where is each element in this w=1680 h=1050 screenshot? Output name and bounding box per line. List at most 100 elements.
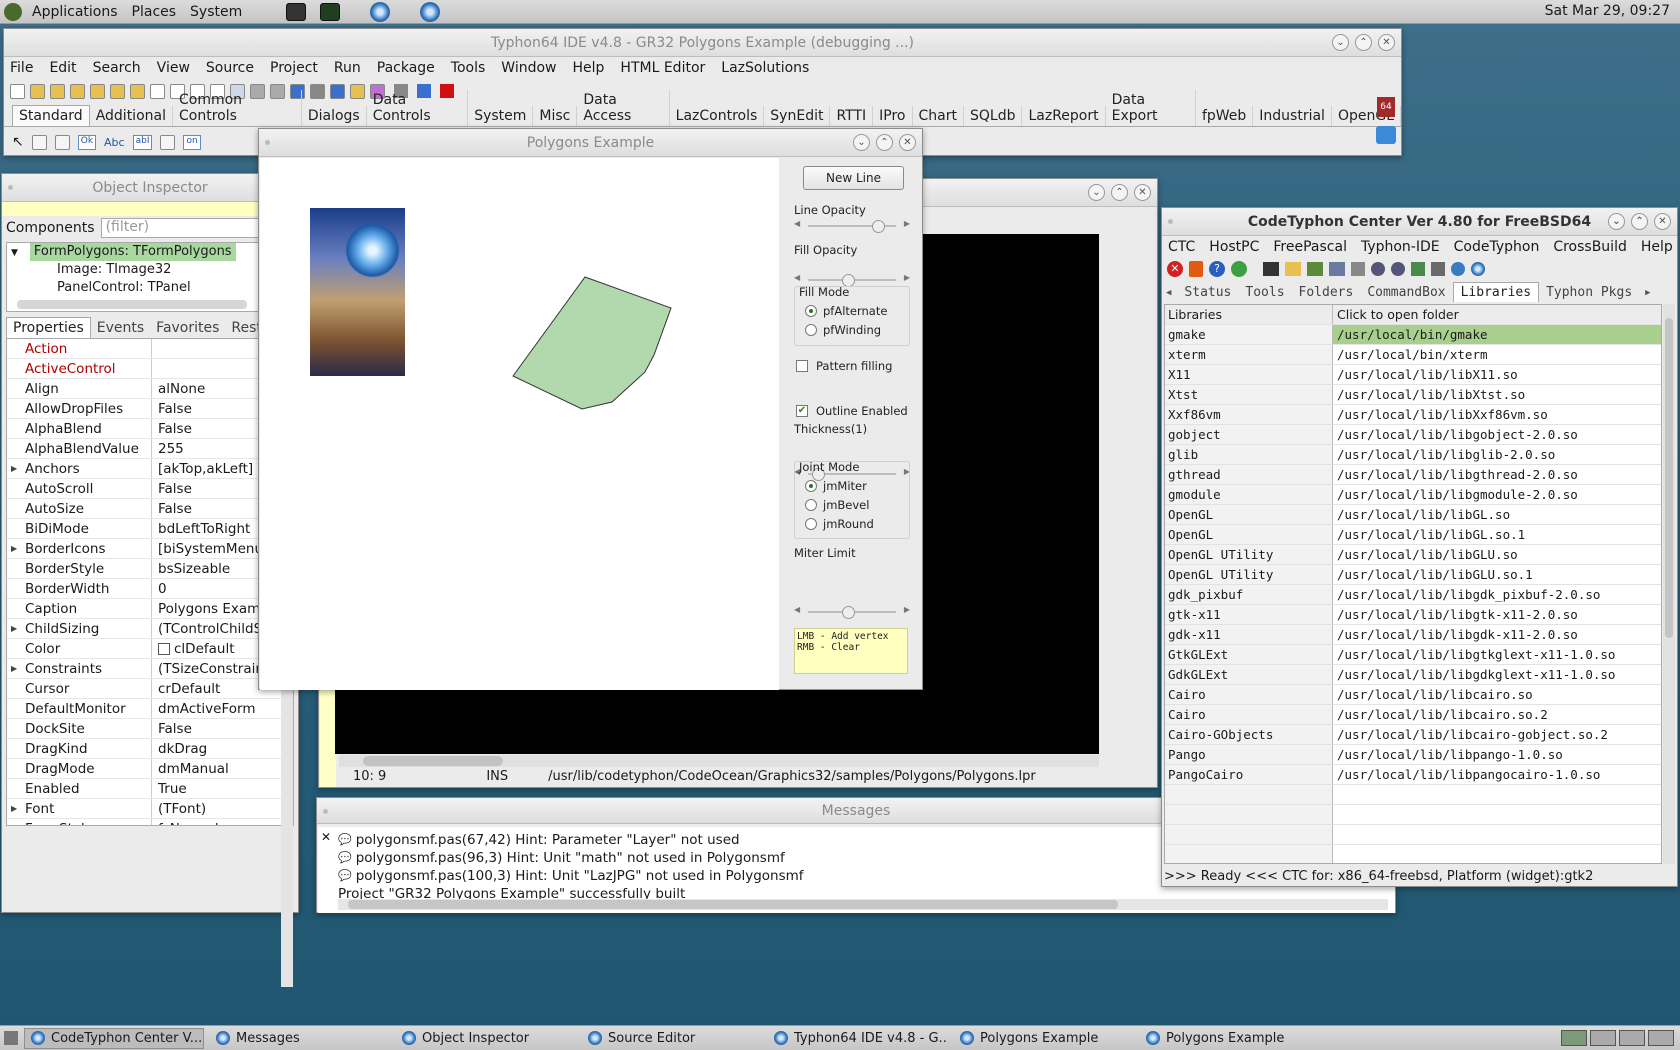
components-filter-input[interactable]: (filter) xyxy=(100,218,266,238)
palette-tab-synedit[interactable]: SynEdit xyxy=(764,106,831,126)
save-project-icon[interactable] xyxy=(130,83,145,99)
taskbar-item[interactable]: CodeTyphon Center V... xyxy=(24,1027,204,1049)
taskbar-item[interactable]: Source Editor xyxy=(582,1028,762,1049)
ctc-menu-hostpc[interactable]: HostPC xyxy=(1209,239,1259,255)
ctc-titlebar[interactable]: CodeTyphon Center Ver 4.80 for FreeBSD64… xyxy=(1162,208,1677,236)
tree-hscrollbar[interactable] xyxy=(17,300,247,309)
property-row[interactable]: Align alNone xyxy=(7,379,293,399)
close-icon[interactable]: ✕ xyxy=(899,134,916,151)
radio-pfwinding[interactable]: pfWinding xyxy=(805,320,909,339)
radio-jmbevel[interactable]: jmBevel xyxy=(805,495,909,514)
property-row[interactable]: ▶ Font (TFont) xyxy=(7,799,293,819)
taskbar-item[interactable]: Object Inspector xyxy=(396,1028,576,1049)
minimize-icon[interactable]: ⌄ xyxy=(1332,34,1349,51)
property-value[interactable]: dmManual xyxy=(152,759,293,778)
library-path[interactable]: /usr/local/lib/libcairo.so.2 xyxy=(1333,705,1661,724)
library-row[interactable]: gobject/usr/local/lib/libgobject-2.0.so xyxy=(1165,425,1661,445)
library-row[interactable]: gdk_pixbuf/usr/local/lib/libgdk_pixbuf-2… xyxy=(1165,585,1661,605)
ctc-menu-crossbuild[interactable]: CrossBuild xyxy=(1553,239,1627,255)
library-row[interactable]: glib/usr/local/lib/libglib-2.0.so xyxy=(1165,445,1661,465)
new-line-button[interactable]: New Line xyxy=(803,166,904,190)
close-icon[interactable]: ✕ xyxy=(1134,184,1151,201)
property-row[interactable]: BiDiMode bdLeftToRight xyxy=(7,519,293,539)
codetyphon-icon[interactable] xyxy=(370,1,391,22)
property-row[interactable]: DockSite False xyxy=(7,719,293,739)
radio-pfalternate[interactable]: pfAlternate xyxy=(805,301,909,320)
close-icon[interactable]: ✕ xyxy=(1654,213,1671,230)
workspace-2[interactable] xyxy=(1590,1030,1616,1046)
show-desktop-icon[interactable] xyxy=(4,1031,18,1045)
maximize-icon[interactable]: ⌃ xyxy=(876,134,893,151)
open-project-icon[interactable] xyxy=(110,83,125,99)
menu-edit[interactable]: Edit xyxy=(49,60,76,76)
library-row[interactable]: Cairo/usr/local/lib/libcairo.so.2 xyxy=(1165,705,1661,725)
taskbar-item[interactable]: Messages xyxy=(210,1028,390,1049)
library-path[interactable]: /usr/local/lib/libXxf86vm.so xyxy=(1333,405,1661,424)
library-row[interactable]: xterm/usr/local/bin/xterm xyxy=(1165,345,1661,365)
property-value[interactable]: (TFont) xyxy=(152,799,293,818)
property-value[interactable]: dmActiveForm xyxy=(152,699,293,718)
terminal-icon[interactable] xyxy=(286,2,307,21)
library-row[interactable]: Cairo-GObjects/usr/local/lib/libcairo-go… xyxy=(1165,725,1661,745)
drawing-canvas[interactable] xyxy=(260,158,779,690)
workspace-switcher[interactable] xyxy=(1561,1030,1674,1046)
radio-indicator[interactable] xyxy=(805,323,817,336)
library-path[interactable]: /usr/local/lib/libgdk-x11-2.0.so xyxy=(1333,625,1661,644)
library-row[interactable]: PangoCairo/usr/local/lib/libpangocairo-1… xyxy=(1165,765,1661,785)
library-row[interactable]: Xxf86vm/usr/local/lib/libXxf86vm.so xyxy=(1165,405,1661,425)
build-icon[interactable] xyxy=(1307,262,1323,276)
radio-jmround[interactable]: jmRound xyxy=(805,514,909,533)
ctc-tab-folders[interactable]: Folders xyxy=(1292,283,1361,302)
folder-icon[interactable] xyxy=(1285,262,1301,276)
terminal-icon[interactable] xyxy=(1263,262,1279,276)
pattern-filling-checkbox[interactable]: Pattern filling xyxy=(796,359,892,373)
library-row[interactable]: gmake/usr/local/bin/gmake xyxy=(1165,325,1661,345)
system-menu[interactable]: System xyxy=(190,4,242,20)
property-row[interactable]: BorderStyle bsSizeable xyxy=(7,559,293,579)
property-row[interactable]: Color clDefault xyxy=(7,639,293,659)
palette-tab-fpweb[interactable]: fpWeb xyxy=(1196,106,1254,126)
download-icon[interactable] xyxy=(1189,261,1203,277)
library-path[interactable]: /usr/local/lib/libgdkglext-x11-1.0.so xyxy=(1333,665,1661,684)
property-row[interactable]: AlphaBlendValue 255 xyxy=(7,439,293,459)
save-icon[interactable] xyxy=(50,83,65,99)
applications-menu[interactable]: Applications xyxy=(32,4,118,20)
taskbar-item[interactable]: Polygons Example xyxy=(1140,1028,1320,1049)
pointer-icon[interactable]: ↖ xyxy=(12,134,24,150)
minimize-icon[interactable]: ⌄ xyxy=(1088,184,1105,201)
palette-tab-misc[interactable]: Misc xyxy=(533,106,578,126)
library-path[interactable]: /usr/local/lib/libX11.so xyxy=(1333,365,1661,384)
library-row[interactable]: OpenGL UTility/usr/local/lib/libGLU.so xyxy=(1165,545,1661,565)
ctc-menu-freepascal[interactable]: FreePascal xyxy=(1273,239,1347,255)
library-row[interactable]: GdkGLExt/usr/local/lib/libgdkglext-x11-1… xyxy=(1165,665,1661,685)
stop-icon[interactable] xyxy=(330,83,345,99)
codetyphon-ide-icon[interactable] xyxy=(420,1,441,22)
menu-html-editor[interactable]: HTML Editor xyxy=(620,60,705,76)
library-path[interactable]: /usr/local/lib/libpangocairo-1.0.so xyxy=(1333,765,1661,784)
library-path[interactable]: /usr/local/lib/libGL.so xyxy=(1333,505,1661,524)
ctc-tab-commandbox[interactable]: CommandBox xyxy=(1360,283,1452,302)
library-row[interactable]: gmodule/usr/local/lib/libgmodule-2.0.so xyxy=(1165,485,1661,505)
places-menu[interactable]: Places xyxy=(132,4,177,20)
checkbox-box[interactable]: ✔ xyxy=(796,405,808,417)
tree-node-panel[interactable]: PanelControl: TPanel xyxy=(7,279,293,291)
library-path[interactable]: /usr/local/lib/libgdk_pixbuf-2.0.so xyxy=(1333,585,1661,604)
library-row[interactable]: OpenGL/usr/local/lib/libGL.so.1 xyxy=(1165,525,1661,545)
palette-tab-lazreport[interactable]: LazReport xyxy=(1022,106,1106,126)
library-row[interactable]: Cairo/usr/local/lib/libcairo.so xyxy=(1165,685,1661,705)
messages-hscrollbar[interactable] xyxy=(338,899,1388,910)
pause-icon[interactable] xyxy=(310,83,325,99)
property-row[interactable]: DefaultMonitor dmActiveForm xyxy=(7,699,293,719)
polygons-titlebar[interactable]: Polygons Example ⌄ ⌃ ✕ xyxy=(259,129,922,157)
property-row[interactable]: ▶ ChildSizing (TControlChildSiz xyxy=(7,619,293,639)
library-path[interactable]: /usr/local/bin/xterm xyxy=(1333,345,1661,364)
gear2-icon[interactable] xyxy=(1391,262,1405,276)
tab-scroll-right-icon[interactable]: ▶ xyxy=(1639,284,1650,302)
taskbar-item[interactable]: Polygons Example xyxy=(954,1028,1134,1049)
library-path[interactable]: /usr/local/lib/libgobject-2.0.so xyxy=(1333,425,1661,444)
open-icon[interactable] xyxy=(30,83,45,99)
library-path[interactable]: /usr/local/lib/libcairo.so xyxy=(1333,685,1661,704)
tree-node-image[interactable]: Image: TImage32 xyxy=(7,261,293,279)
save-all-icon[interactable] xyxy=(70,83,85,99)
globe-icon[interactable] xyxy=(1451,262,1465,276)
